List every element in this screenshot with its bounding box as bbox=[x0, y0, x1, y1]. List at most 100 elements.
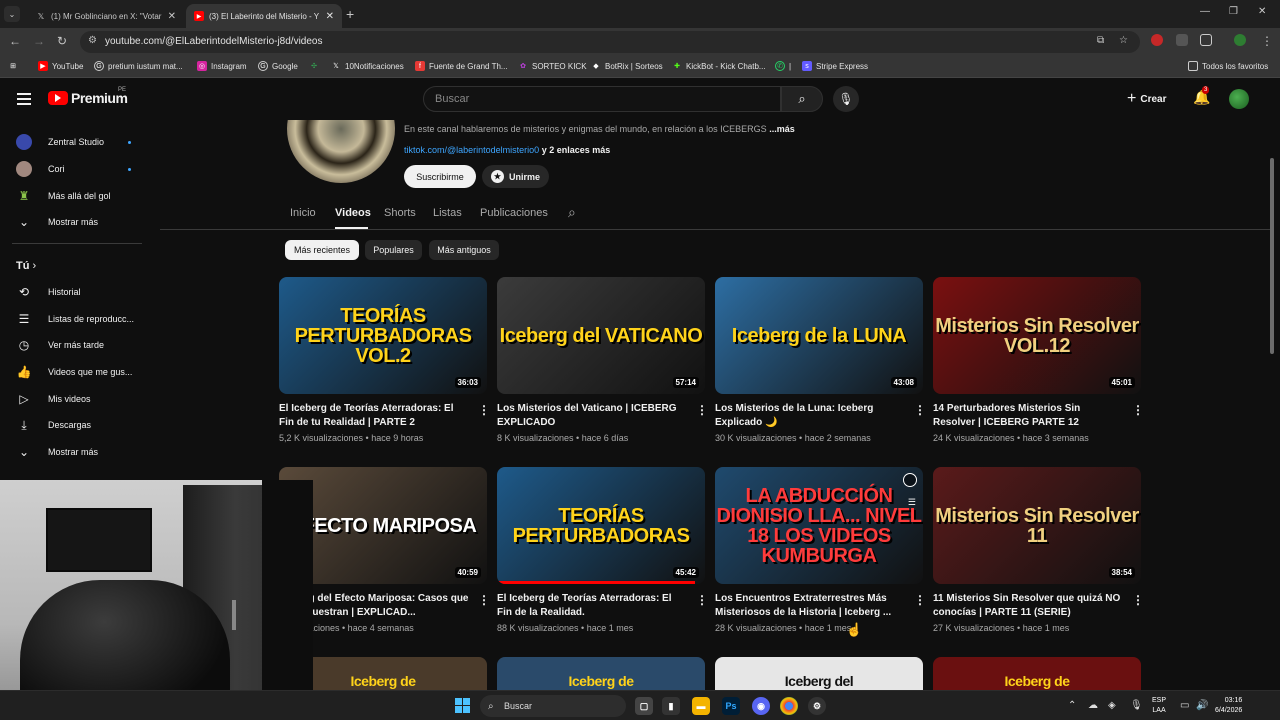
more-actions-icon[interactable]: ⋮ bbox=[696, 593, 708, 607]
chrome-icon[interactable] bbox=[780, 697, 798, 715]
video-title[interactable]: 11 Misterios Sin Resolver que quizá NO c… bbox=[933, 592, 1123, 620]
video-thumbnail[interactable]: LA ABDUCCIÓN DIONISIO LLA... NIVEL 18 LO… bbox=[715, 467, 923, 584]
bookmark-instagram[interactable]: ◎ Instagram bbox=[197, 61, 247, 71]
you-section-title[interactable]: Tú › bbox=[16, 260, 36, 272]
close-tab-icon[interactable]: ✕ bbox=[326, 11, 334, 22]
forward-icon[interactable]: → bbox=[33, 34, 45, 48]
tab-listas[interactable]: Listas bbox=[433, 207, 462, 219]
close-tab-icon[interactable]: ✕ bbox=[168, 11, 176, 22]
video-thumbnail[interactable]: Iceberg del bbox=[715, 657, 923, 690]
channel-links[interactable]: tiktok.com/@laberintodelmisterio0 y 2 en… bbox=[404, 145, 610, 155]
create-button[interactable]: + Crear bbox=[1127, 90, 1166, 108]
new-tab-button[interactable]: + bbox=[346, 6, 354, 22]
channel-search-icon[interactable]: ⌕ bbox=[568, 204, 576, 221]
notifications-button[interactable]: 🔔 3 bbox=[1193, 86, 1210, 106]
windows-start-icon[interactable] bbox=[455, 698, 471, 714]
sidebar-item-liked-videos[interactable]: 👍 Videos que me gus... bbox=[0, 359, 155, 385]
bookmark-star-icon[interactable]: ☆ bbox=[1119, 35, 1128, 46]
bookmark-google[interactable]: G Google bbox=[258, 61, 298, 71]
sidebar-item-my-videos[interactable]: ▷ Mis videos bbox=[0, 386, 155, 412]
more-actions-icon[interactable]: ⋮ bbox=[478, 403, 490, 417]
site-info-icon[interactable]: ⚙ bbox=[88, 35, 97, 46]
volume-icon[interactable]: 🔊 bbox=[1196, 700, 1208, 711]
sidebar-item-cori[interactable]: Cori bbox=[0, 156, 155, 182]
chip-populares[interactable]: Populares bbox=[365, 240, 422, 260]
restore-icon[interactable]: ❐ bbox=[1229, 6, 1238, 17]
video-card[interactable]: LA ABDUCCIÓN DIONISIO LLA... NIVEL 18 LO… bbox=[715, 467, 926, 633]
tab-videos[interactable]: Videos bbox=[335, 207, 371, 219]
bookmark-botrix[interactable]: ◆ BotRix | Sorteos bbox=[591, 61, 662, 71]
sidebar-item-zentral-studio[interactable]: Zentral Studio bbox=[0, 129, 155, 155]
video-card[interactable]: Misterios Sin Resolver 11 38:54 11 Misteri… bbox=[933, 467, 1144, 633]
tab-shorts[interactable]: Shorts bbox=[384, 207, 416, 219]
video-thumbnail[interactable]: Iceberg de bbox=[497, 657, 705, 690]
join-button[interactable]: ★ Unirme bbox=[482, 165, 549, 188]
more-actions-icon[interactable]: ⋮ bbox=[1132, 403, 1144, 417]
chip-mas-recientes[interactable]: Más recientes bbox=[285, 240, 359, 260]
tray-app-icon[interactable]: ☁ bbox=[1088, 700, 1098, 711]
apps-grid-icon[interactable]: ⊞ bbox=[8, 61, 22, 71]
tray-microphone-icon[interactable]: 🎙 bbox=[1130, 700, 1143, 711]
more-actions-icon[interactable]: ⋮ bbox=[914, 593, 926, 607]
video-title[interactable]: 14 Perturbadores Misterios Sin Resolver … bbox=[933, 402, 1123, 430]
voice-search-button[interactable]: 🎙 bbox=[833, 86, 859, 112]
video-thumbnail[interactable]: Misterios Sin Resolver 11 38:54 bbox=[933, 467, 1141, 584]
bookmark-fuente[interactable]: f Fuente de Grand Th... bbox=[415, 61, 508, 71]
all-bookmarks[interactable]: Todos los favoritos bbox=[1188, 61, 1268, 71]
search-input[interactable]: Buscar bbox=[423, 86, 781, 112]
tray-overflow-icon[interactable]: ⌃ bbox=[1068, 700, 1076, 711]
show-more-subscriptions[interactable]: ⌄ Mostrar más bbox=[0, 209, 155, 235]
language-indicator[interactable]: ESP LAA bbox=[1152, 696, 1166, 716]
browser-tab-active[interactable]: ▶ (3) El Laberinto del Misterio - Y ✕ bbox=[186, 4, 342, 28]
video-thumbnail[interactable]: Iceberg de bbox=[933, 657, 1141, 690]
video-card-partial[interactable]: Iceberg de bbox=[497, 657, 705, 690]
sidebar-item-history[interactable]: ⟲ Historial bbox=[0, 279, 155, 305]
close-window-icon[interactable]: ✕ bbox=[1258, 6, 1266, 17]
app-icon[interactable]: ⚙ bbox=[808, 697, 826, 715]
app-icon[interactable]: ▮ bbox=[662, 697, 680, 715]
subscribe-button[interactable]: Suscribirme bbox=[404, 165, 476, 188]
discord-icon[interactable]: ◉ bbox=[752, 697, 770, 715]
watch-later-overlay-icon[interactable] bbox=[903, 473, 917, 487]
menu-icon[interactable] bbox=[17, 93, 31, 105]
tray-app-icon[interactable]: ◈ bbox=[1108, 700, 1116, 711]
browser-tab[interactable]: 𝕏 (1) Mr Goblinciano en X: "Votar ✕ bbox=[28, 4, 184, 28]
add-to-queue-icon[interactable]: ☰ bbox=[908, 497, 916, 508]
tab-search-button[interactable]: ⌄ bbox=[4, 6, 20, 22]
video-title[interactable]: Los Misterios de la Luna: Iceberg Explic… bbox=[715, 402, 905, 430]
extension-icon[interactable] bbox=[1151, 34, 1163, 46]
video-card[interactable]: Iceberg de la LUNA 43:08 Los Misterios de … bbox=[715, 277, 926, 443]
menu-dots-icon[interactable]: ⋮ bbox=[1261, 34, 1273, 48]
tab-publicaciones[interactable]: Publicaciones bbox=[480, 207, 548, 219]
install-icon[interactable]: ⧉ bbox=[1097, 35, 1104, 46]
video-thumbnail[interactable]: Iceberg de la LUNA 43:08 bbox=[715, 277, 923, 394]
chip-mas-antiguos[interactable]: Más antiguos bbox=[429, 240, 499, 260]
video-title[interactable]: El Iceberg de Teorías Aterradoras: El Fi… bbox=[497, 592, 687, 620]
video-card[interactable]: TEORÍAS PERTURBADORAS 45:42 El Iceberg de … bbox=[497, 467, 708, 633]
video-title[interactable]: El Iceberg de Teorías Aterradoras: El Fi… bbox=[279, 402, 469, 430]
bookmark-sorteo-kick[interactable]: ✿ SORTEO KICK bbox=[518, 61, 586, 71]
video-thumbnail[interactable]: TEORÍAS PERTURBADORAS VOL.2 36:03 bbox=[279, 277, 487, 394]
clock[interactable]: 03:16 6/4/2026 bbox=[1215, 696, 1242, 716]
video-thumbnail[interactable]: Iceberg del VATICANO 57:14 bbox=[497, 277, 705, 394]
more-actions-icon[interactable]: ⋮ bbox=[914, 403, 926, 417]
task-view-icon[interactable]: ▢ bbox=[635, 697, 653, 715]
sidebar-item-playlists[interactable]: ☰ Listas de reproducc... bbox=[0, 306, 155, 332]
back-icon[interactable]: ← bbox=[9, 34, 21, 48]
minimize-icon[interactable]: — bbox=[1200, 6, 1210, 17]
address-bar[interactable]: ⚙ youtube.com/@ElLaberintodelMisterio-j8… bbox=[80, 31, 1140, 53]
photoshop-icon[interactable]: Ps bbox=[722, 697, 740, 715]
bookmark-stripe[interactable]: s Stripe Express bbox=[802, 61, 868, 71]
bookmark-youtube[interactable]: ▶ YouTube bbox=[38, 61, 83, 71]
account-avatar[interactable] bbox=[1229, 89, 1249, 109]
more-actions-icon[interactable]: ⋮ bbox=[1132, 593, 1144, 607]
bookmark-pinwheel[interactable]: ✣ bbox=[309, 61, 323, 71]
tab-inicio[interactable]: Inicio bbox=[290, 207, 316, 219]
file-explorer-icon[interactable]: ▬ bbox=[692, 697, 710, 715]
network-icon[interactable]: ▭ bbox=[1180, 700, 1189, 711]
scrollbar[interactable] bbox=[1270, 158, 1274, 354]
extension-icon[interactable] bbox=[1176, 34, 1188, 46]
taskbar-search[interactable]: ⌕ Buscar bbox=[480, 695, 626, 717]
bookmark-10notificaciones[interactable]: 𝕏 10Notificaciones bbox=[331, 61, 404, 71]
youtube-premium-logo[interactable]: Premium PE bbox=[48, 87, 128, 106]
